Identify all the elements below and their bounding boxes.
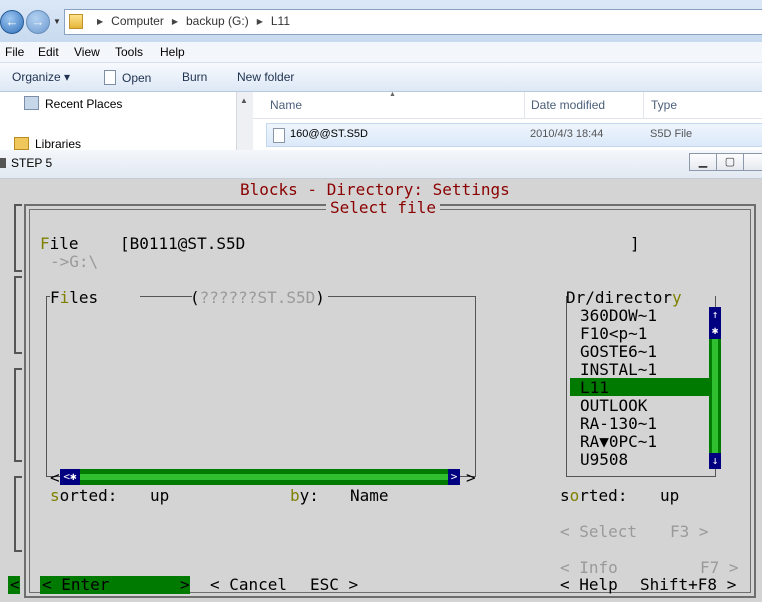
file-input-end: ] [630, 234, 640, 253]
select-button[interactable]: < Select [560, 523, 637, 541]
scroll-left-icon[interactable]: <✱ [60, 469, 80, 485]
history-dropdown-icon[interactable]: ▼ [53, 17, 61, 26]
breadcrumb: ▶ Computer ▶ backup (G:) ▶ L11 [97, 14, 290, 28]
scroll-thumb-icon[interactable]: ✱ [709, 323, 721, 339]
file-list: Name ▲ Date modified Type 160@@ST.S5D 20… [253, 91, 762, 150]
dos-console: Blocks - Directory: Settings Select file… [0, 179, 762, 602]
back-arrow-icon[interactable]: ← [0, 10, 24, 34]
hscroll-left-mark: < [50, 468, 60, 487]
menu-file[interactable]: File [5, 45, 24, 59]
menu-tools[interactable]: Tools [115, 45, 143, 59]
navigation-scrollbar[interactable]: ▲ [236, 92, 253, 150]
address-bar[interactable]: ▶ Computer ▶ backup (G:) ▶ L11 [64, 9, 762, 35]
breadcrumb-item[interactable]: L11 [271, 14, 290, 28]
address-bar-area: ← → ▼ ▶ Computer ▶ backup (G:) ▶ L11 [0, 0, 762, 43]
hscroll-right-mark: > [466, 468, 476, 487]
files-filter: (??????ST.S5D) [190, 288, 325, 307]
file-name: 160@@ST.S5D [290, 128, 368, 140]
by-value[interactable]: Name [350, 487, 389, 505]
file-input[interactable]: [B0111@ST.S5D [120, 235, 245, 253]
minimize-icon[interactable]: ▁ [689, 153, 717, 171]
file-label: File [40, 234, 79, 253]
file-label-rest: ile [49, 234, 79, 253]
close-icon[interactable] [743, 153, 762, 171]
window-title: STEP 5 [11, 156, 53, 170]
column-header-row: Name ▲ Date modified Type [253, 91, 762, 119]
burn-button[interactable]: Burn [182, 70, 207, 84]
file-row[interactable]: 160@@ST.S5D 2010/4/3 18:44 S5D File [266, 123, 762, 147]
column-date-modified[interactable]: Date modified [531, 98, 605, 112]
left-marker-glyph: < [10, 575, 20, 594]
directory-item[interactable]: RA-130~1 [580, 415, 657, 433]
file-icon [273, 128, 285, 143]
nav-item-recent-places[interactable]: Recent Places [24, 96, 122, 111]
recent-places-icon [24, 96, 39, 110]
directory-item[interactable]: F10<p~1 [580, 325, 647, 343]
help-key: Shift+F8 > [640, 575, 737, 594]
nav-item-libraries[interactable]: Libraries [14, 137, 81, 151]
files-sorted-label: sorted: [50, 486, 118, 505]
breadcrumb-item[interactable]: backup (G:) [186, 14, 249, 28]
cancel-key: ESC > [310, 575, 359, 594]
files-horizontal-scrollbar[interactable]: <✱ > [60, 469, 460, 485]
step5-title-bar: STEP 5 ▁ ▢ [0, 150, 762, 179]
column-name[interactable]: Name [270, 98, 302, 112]
navigation-pane: Recent Places Libraries [0, 92, 236, 151]
files-sorted-value[interactable]: up [150, 487, 169, 505]
menu-view[interactable]: View [74, 45, 100, 59]
scroll-up-icon[interactable]: ▲ [240, 96, 248, 105]
dir-sorted-label: sorted: [560, 486, 628, 505]
select-key: F3 > [670, 522, 709, 541]
sort-ascending-icon: ▲ [389, 91, 396, 98]
by-label: by: [290, 486, 319, 505]
libraries-icon [14, 137, 29, 150]
directory-label: Dr/directory [566, 288, 682, 307]
explorer-window: ← → ▼ ▶ Computer ▶ backup (G:) ▶ L11 File Edi… [0, 0, 762, 151]
new-folder-button[interactable]: New folder [237, 70, 294, 84]
directory-vertical-scrollbar[interactable]: ↑ ✱ ↓ [709, 307, 721, 469]
scroll-up-icon[interactable]: ↑ [709, 307, 721, 323]
column-type[interactable]: Type [651, 98, 677, 112]
file-type: S5D File [650, 128, 693, 140]
cancel-button[interactable]: < Cancel [210, 576, 287, 594]
directory-item[interactable]: U9508 [580, 451, 628, 469]
directory-item[interactable]: L11 [580, 379, 609, 397]
directory-item[interactable]: 360DOW~1 [580, 307, 657, 325]
files-list[interactable] [46, 296, 476, 477]
dir-sorted-value[interactable]: up [660, 487, 679, 505]
open-button[interactable]: Open [104, 70, 151, 85]
app-icon [0, 158, 6, 168]
enter-label: < Enter [42, 575, 110, 594]
command-bar: Organize ▾ Open Burn New folder [0, 63, 762, 92]
scroll-right-icon[interactable]: > [448, 469, 460, 485]
file-date: 2010/4/3 18:44 [530, 128, 604, 140]
organize-button[interactable]: Organize ▾ [12, 70, 70, 84]
document-icon [104, 70, 116, 85]
maximize-icon[interactable]: ▢ [716, 153, 744, 171]
directory-item[interactable]: RA▼0PC~1 [580, 433, 657, 451]
nav-item-label: Libraries [35, 137, 82, 151]
enter-close: > [180, 575, 190, 594]
open-label: Open [122, 71, 152, 85]
dialog-subtitle: Select file [326, 199, 440, 217]
menu-help[interactable]: Help [160, 45, 185, 59]
directory-item[interactable]: OUTLOOK [580, 397, 647, 415]
menu-bar: File Edit View Tools Help [0, 42, 762, 63]
forward-arrow-icon[interactable]: → [26, 10, 50, 34]
dialog-title: Blocks - Directory: Settings [234, 181, 516, 199]
breadcrumb-item[interactable]: Computer [111, 14, 164, 28]
current-path: ->G:\ [50, 252, 99, 271]
scroll-down-icon[interactable]: ↓ [709, 453, 721, 469]
folder-icon [69, 14, 83, 29]
directory-item[interactable]: INSTAL~1 [580, 361, 657, 379]
nav-item-label: Recent Places [45, 97, 123, 111]
menu-edit[interactable]: Edit [38, 45, 59, 59]
help-button[interactable]: < Help [560, 576, 618, 594]
filter-pattern: ??????ST.S5D [199, 288, 316, 307]
files-label: Files [50, 288, 99, 307]
directory-item[interactable]: GOSTE6~1 [580, 343, 657, 361]
